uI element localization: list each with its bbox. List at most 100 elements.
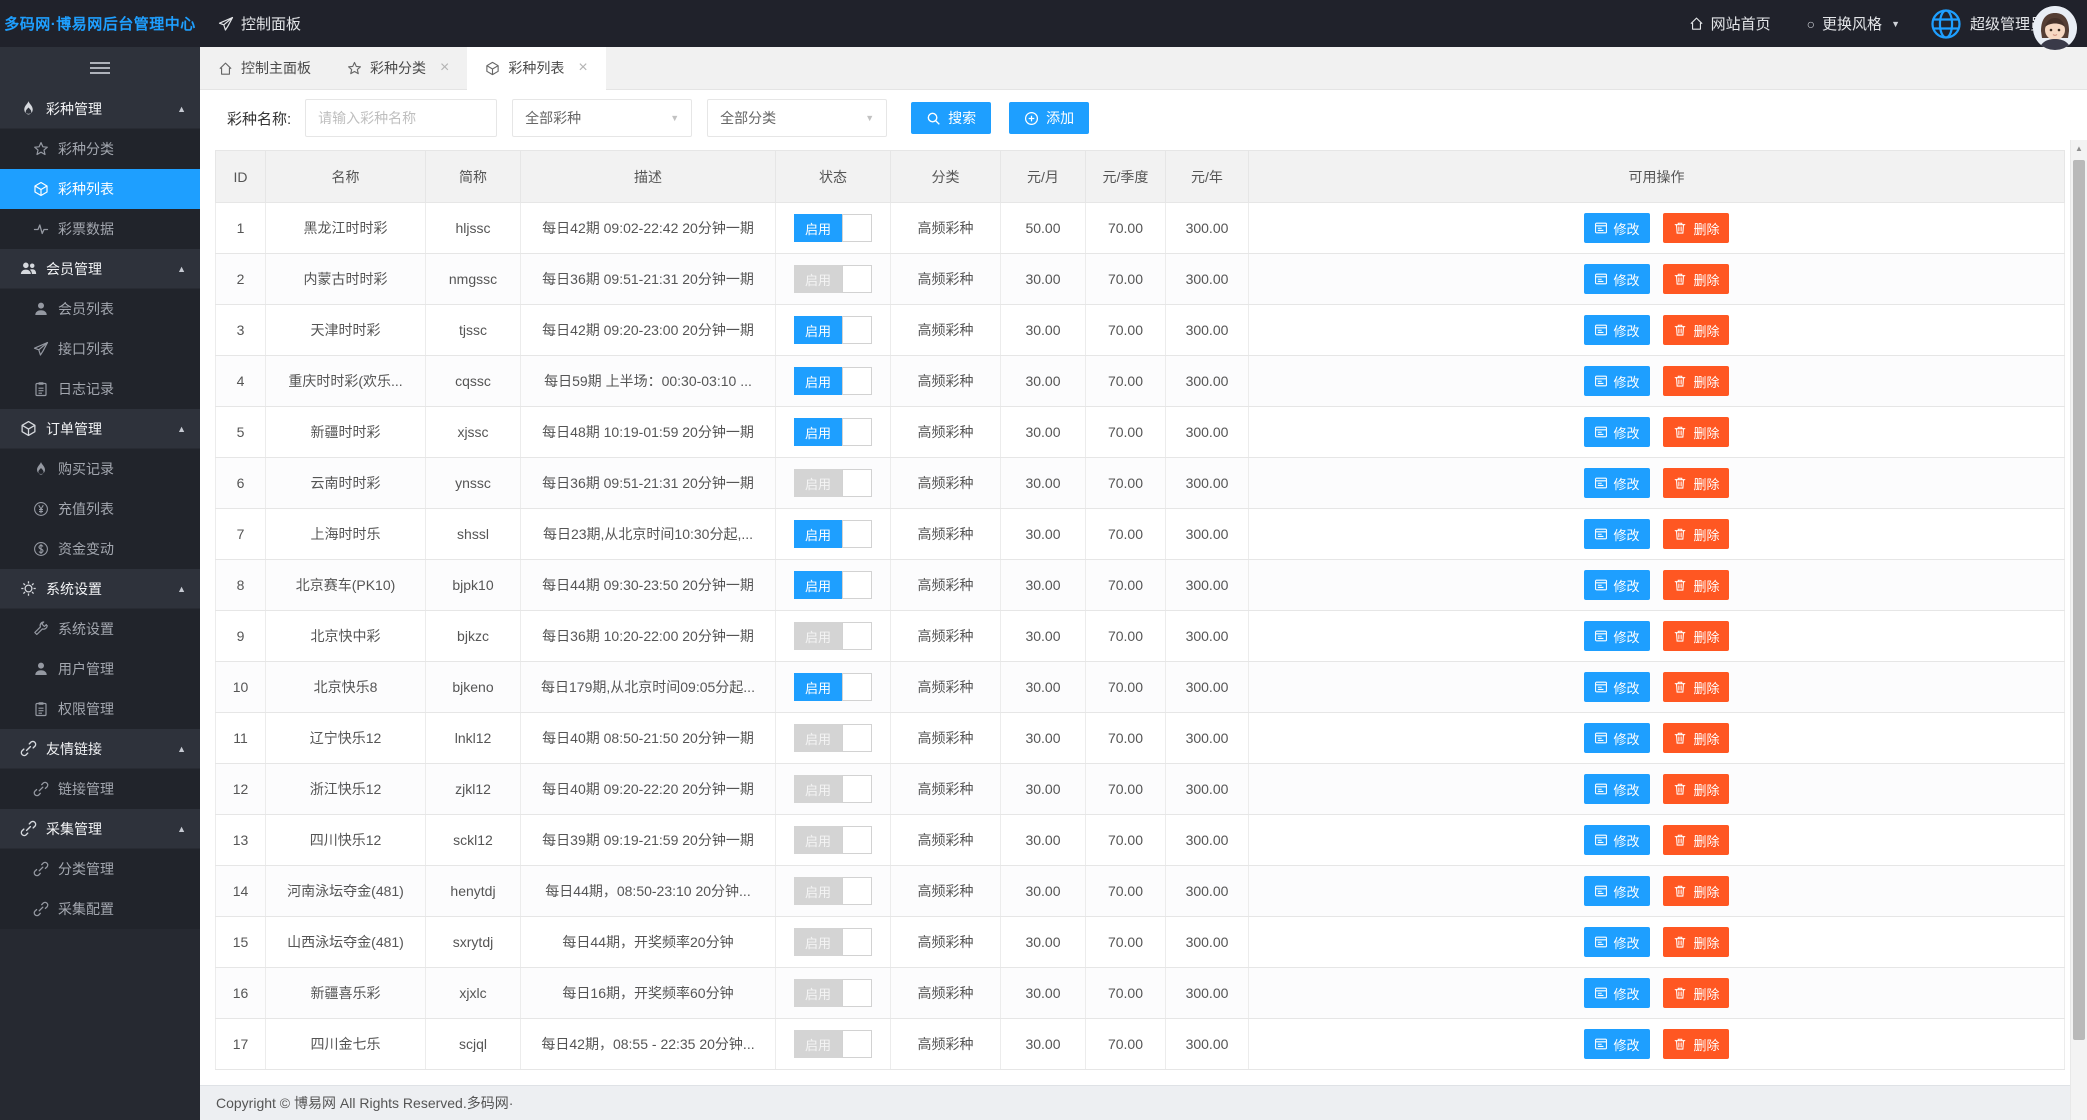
edit-button[interactable]: 修改 [1584, 825, 1650, 855]
sidebar-collapse-button[interactable] [0, 47, 200, 89]
cell-actions: 修改 删除 [1249, 560, 2065, 611]
edit-button[interactable]: 修改 [1584, 621, 1650, 651]
sidebar-section[interactable]: 会员管理▲ [0, 249, 200, 289]
delete-button[interactable]: 删除 [1663, 366, 1729, 396]
sidebar-section[interactable]: 系统设置▲ [0, 569, 200, 609]
edit-button[interactable]: 修改 [1584, 978, 1650, 1008]
delete-button[interactable]: 删除 [1663, 723, 1729, 753]
status-toggle[interactable]: 启用 [794, 877, 872, 905]
edit-button[interactable]: 修改 [1584, 672, 1650, 702]
delete-button[interactable]: 删除 [1663, 264, 1729, 294]
edit-button[interactable]: 修改 [1584, 1029, 1650, 1059]
delete-button[interactable]: 删除 [1663, 468, 1729, 498]
delete-button[interactable]: 删除 [1663, 774, 1729, 804]
status-toggle[interactable]: 启用 [794, 367, 872, 395]
close-icon[interactable]: × [578, 60, 587, 76]
sidebar-item[interactable]: 用户管理 [0, 649, 200, 689]
add-button[interactable]: 添加 [1009, 102, 1089, 134]
sidebar-section[interactable]: 订单管理▲ [0, 409, 200, 449]
cell-code: cqssc [426, 356, 521, 407]
delete-button[interactable]: 删除 [1663, 876, 1729, 906]
sidebar-item[interactable]: 彩种分类 [0, 129, 200, 169]
app-logo[interactable]: 多码网·博易网后台管理中心 [0, 13, 200, 34]
scrollbar[interactable]: ▲ [2070, 140, 2087, 1120]
sidebar-item[interactable]: 链接管理 [0, 769, 200, 809]
tab[interactable]: 彩种列表× [467, 47, 605, 90]
delete-button[interactable]: 删除 [1663, 621, 1729, 651]
status-toggle[interactable]: 启用 [794, 724, 872, 752]
edit-button[interactable]: 修改 [1584, 519, 1650, 549]
status-toggle[interactable]: 启用 [794, 979, 872, 1007]
tab[interactable]: 控制主面板 [200, 47, 329, 89]
edit-button[interactable]: 修改 [1584, 876, 1650, 906]
status-toggle[interactable]: 启用 [794, 316, 872, 344]
switch-style-menu[interactable]: ○ 更换风格 ▼ [1789, 0, 1918, 47]
edit-button[interactable]: 修改 [1584, 366, 1650, 396]
edit-button[interactable]: 修改 [1584, 315, 1650, 345]
status-toggle[interactable]: 启用 [794, 214, 872, 242]
search-button[interactable]: 搜索 [911, 102, 991, 134]
sidebar-section[interactable]: 友情链接▲ [0, 729, 200, 769]
status-toggle[interactable]: 启用 [794, 673, 872, 701]
delete-button[interactable]: 删除 [1663, 825, 1729, 855]
tab[interactable]: 彩种分类× [329, 47, 467, 89]
sidebar-section[interactable]: 彩种管理▲ [0, 89, 200, 129]
close-icon[interactable]: × [440, 60, 449, 76]
sidebar-item[interactable]: 资金变动 [0, 529, 200, 569]
edit-button[interactable]: 修改 [1584, 468, 1650, 498]
sidebar-item[interactable]: 系统设置 [0, 609, 200, 649]
delete-button[interactable]: 删除 [1663, 417, 1729, 447]
status-toggle[interactable]: 启用 [794, 520, 872, 548]
sidebar-item[interactable]: 彩种列表 [0, 169, 200, 209]
edit-button[interactable]: 修改 [1584, 774, 1650, 804]
status-toggle[interactable]: 启用 [794, 571, 872, 599]
lottery-type-select[interactable]: 全部彩种 ▼ [512, 99, 692, 137]
sidebar-item[interactable]: 权限管理 [0, 689, 200, 729]
sidebar-item[interactable]: 日志记录 [0, 369, 200, 409]
sidebar-item[interactable]: 彩票数据 [0, 209, 200, 249]
site-home-link[interactable]: 网站首页 [1671, 0, 1789, 47]
status-toggle[interactable]: 启用 [794, 469, 872, 497]
table-row: 6 云南时时彩 ynssc 每日36期 09:51-21:31 20分钟一期 启… [216, 458, 2065, 509]
link-icon [33, 781, 49, 797]
cell-price-year: 300.00 [1166, 815, 1249, 866]
delete-button[interactable]: 删除 [1663, 570, 1729, 600]
sidebar-item-label: 系统设置 [58, 619, 114, 639]
sidebar-item[interactable]: 购买记录 [0, 449, 200, 489]
status-toggle[interactable]: 启用 [794, 775, 872, 803]
scrollbar-up-arrow[interactable]: ▲ [2071, 140, 2087, 156]
edit-button[interactable]: 修改 [1584, 927, 1650, 957]
delete-button[interactable]: 删除 [1663, 213, 1729, 243]
sidebar-item[interactable]: 分类管理 [0, 849, 200, 889]
status-toggle[interactable]: 启用 [794, 1030, 872, 1058]
edit-button[interactable]: 修改 [1584, 723, 1650, 753]
category-select[interactable]: 全部分类 ▼ [707, 99, 887, 137]
sidebar-item[interactable]: 采集配置 [0, 889, 200, 929]
sidebar-section[interactable]: 采集管理▲ [0, 809, 200, 849]
delete-button[interactable]: 删除 [1663, 978, 1729, 1008]
status-toggle[interactable]: 启用 [794, 265, 872, 293]
status-toggle[interactable]: 启用 [794, 928, 872, 956]
tab-label: 控制主面板 [241, 58, 311, 78]
sidebar-item[interactable]: 充值列表 [0, 489, 200, 529]
dashboard-link[interactable]: 控制面板 [200, 0, 319, 47]
delete-button[interactable]: 删除 [1663, 1029, 1729, 1059]
edit-button[interactable]: 修改 [1584, 213, 1650, 243]
cell-status: 启用 [776, 305, 891, 356]
sidebar-item[interactable]: 会员列表 [0, 289, 200, 329]
edit-button[interactable]: 修改 [1584, 570, 1650, 600]
delete-button[interactable]: 删除 [1663, 315, 1729, 345]
status-toggle[interactable]: 启用 [794, 826, 872, 854]
delete-button[interactable]: 删除 [1663, 519, 1729, 549]
avatar[interactable] [2033, 6, 2077, 50]
lottery-name-input[interactable] [305, 99, 497, 137]
edit-button[interactable]: 修改 [1584, 417, 1650, 447]
status-toggle[interactable]: 启用 [794, 622, 872, 650]
edit-button[interactable]: 修改 [1584, 264, 1650, 294]
delete-button[interactable]: 删除 [1663, 672, 1729, 702]
delete-button[interactable]: 删除 [1663, 927, 1729, 957]
cell-price-month: 30.00 [1001, 509, 1086, 560]
sidebar-item[interactable]: 接口列表 [0, 329, 200, 369]
status-toggle[interactable]: 启用 [794, 418, 872, 446]
scrollbar-thumb[interactable] [2073, 160, 2085, 1040]
